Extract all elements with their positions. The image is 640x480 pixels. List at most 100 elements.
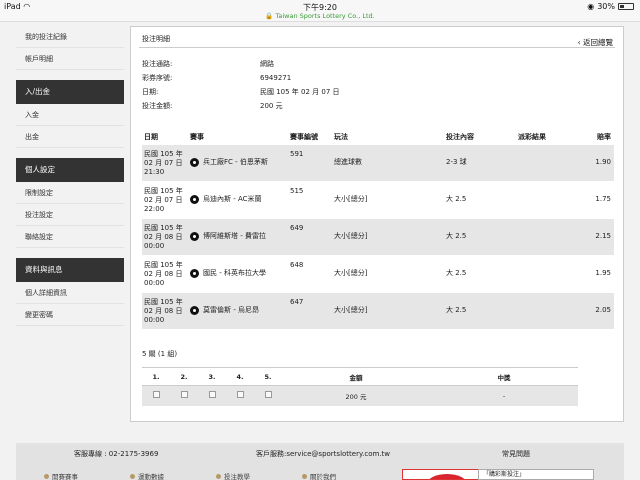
bullet-icon xyxy=(130,473,135,479)
bet-match: 烏迪內斯 - AC米蘭 xyxy=(188,181,288,218)
sidebar-item-deposit[interactable]: 入金 xyxy=(16,104,124,126)
promo-text-box[interactable]: 「購彩斯投注」 xyxy=(478,469,594,480)
col-date: 日期 xyxy=(144,132,158,141)
bet-pick: 大 2.5 xyxy=(446,269,467,277)
sidebar-item-change-password[interactable]: 變更密碼 xyxy=(16,304,124,326)
match-name: 博阿維斯塔 - 費雷拉 xyxy=(203,232,266,240)
bet-date: 民國 105 年 02 月 07 日 21:30 xyxy=(144,150,183,176)
promo-banner[interactable] xyxy=(402,469,490,480)
footer-link-tutorial[interactable]: 投注教學 xyxy=(216,471,250,480)
leg-checkbox[interactable] xyxy=(152,391,160,399)
bet-date: 民國 105 年 02 月 08 日 00:00 xyxy=(144,261,183,287)
bet-detail-panel: 投注明細 ‹ 返回總覽 投注通路: 網路 彩券序號: 6949271 日期: 民… xyxy=(130,26,624,422)
sidebar-item-withdraw[interactable]: 出金 xyxy=(16,126,124,148)
table-row: 民國 105 年 02 月 08 日 00:00 莫雷倫斯 - 烏尼昂 647 大小… xyxy=(142,292,614,329)
summary-win: - xyxy=(430,385,578,406)
bet-date: 民國 105 年 02 月 08 日 00:00 xyxy=(144,298,183,325)
leg-checkbox[interactable] xyxy=(208,391,216,399)
info-value: 民國 105 年 02 月 07 日 xyxy=(260,88,340,96)
info-row-amount: 投注金額: 200 元 xyxy=(142,99,340,113)
bullet-icon xyxy=(44,473,49,479)
site-name: Taiwan Sports Lottery Co., Ltd. xyxy=(275,12,375,20)
sidebar-section-deposit-withdraw: 入/出金 xyxy=(16,80,124,104)
sidebar-item-account-details[interactable]: 帳戶明細 xyxy=(16,48,124,70)
address-bar[interactable]: 🔒 Taiwan Sports Lottery Co., Ltd. xyxy=(0,12,640,20)
bet-result xyxy=(516,144,576,181)
divider xyxy=(139,47,615,48)
leg-checkbox[interactable] xyxy=(264,391,272,399)
bet-odds: 1.75 xyxy=(595,195,611,203)
leg-1-checkbox-cell xyxy=(142,385,170,406)
bet-info: 投注通路: 網路 彩券序號: 6949271 日期: 民國 105 年 02 月… xyxy=(142,57,340,113)
bet-match-id: 648 xyxy=(290,260,304,269)
sidebar-item-bet-history[interactable]: 我的投注紀錄 xyxy=(16,26,124,48)
footer-link-stats[interactable]: 運動數據 xyxy=(130,471,164,480)
bet-odds: 1.95 xyxy=(595,269,611,277)
bet-type: 大小[總分] xyxy=(334,232,368,240)
promo-graphic xyxy=(427,474,467,479)
summary-col-5: 5. xyxy=(254,367,282,386)
leg-3-checkbox-cell xyxy=(198,385,226,406)
bet-match: 博阿維斯塔 - 費雷拉 xyxy=(188,218,288,255)
sidebar-item-limit-settings[interactable]: 限制設定 xyxy=(16,182,124,204)
bets-table: 日期 賽事 賽事編號 玩法 投注內容 派彩結果 賠率 民國 105 年 02 月 … xyxy=(142,130,614,329)
soccer-ball-icon xyxy=(190,232,199,241)
match-name: 莫雷倫斯 - 烏尼昂 xyxy=(203,306,259,315)
table-row: 民國 105 年 02 月 08 日 00:00 國民 - 科英布拉大學 648 大… xyxy=(142,255,614,292)
leg-4-checkbox-cell xyxy=(226,385,254,406)
info-row-date: 日期: 民國 105 年 02 月 07 日 xyxy=(142,85,340,99)
combo-count: 5 關 (1 組) xyxy=(142,350,178,358)
summary-col-amount: 金額 xyxy=(282,367,430,386)
summary-col-2: 2. xyxy=(170,367,198,386)
footer-link-events[interactable]: 開賽賽事 xyxy=(44,471,78,480)
battery-fill xyxy=(620,5,624,8)
bet-type: 大小[總分] xyxy=(334,195,368,203)
service-hotline: 客服專線 : 02-2175-3969 xyxy=(74,450,159,458)
sidebar-section-info: 資料與訊息 xyxy=(16,258,124,282)
summary-col-3: 3. xyxy=(198,367,226,386)
soccer-ball-icon xyxy=(190,158,199,167)
bet-odds: 1.90 xyxy=(595,158,611,166)
col-odds: 賠率 xyxy=(597,132,611,141)
battery-percent: 30% xyxy=(597,2,615,11)
summary-row: 200 元 - xyxy=(142,385,578,406)
soccer-ball-icon xyxy=(190,269,199,278)
info-row-serial: 彩券序號: 6949271 xyxy=(142,71,340,85)
page-title: 投注明細 xyxy=(142,35,170,43)
footer-link-about[interactable]: 關於我們 xyxy=(302,471,336,480)
sidebar-item-personal-info[interactable]: 個人詳細資訊 xyxy=(16,282,124,304)
leg-checkbox[interactable] xyxy=(180,391,188,399)
col-pick: 投注內容 xyxy=(446,132,474,141)
leg-5-checkbox-cell xyxy=(254,385,282,406)
bet-result xyxy=(516,255,576,292)
summary-header: 1. 2. 3. 4. 5. 金額 中獎 xyxy=(142,367,578,386)
faq-link[interactable]: 常見問題 xyxy=(502,449,530,459)
sidebar-section-personal-settings: 個人設定 xyxy=(16,158,124,182)
sidebar-item-contact-settings[interactable]: 聯絡設定 xyxy=(16,226,124,248)
table-row: 民國 105 年 02 月 07 日 21:30 兵工廠FC - 伯恩茅斯 591 … xyxy=(142,144,614,181)
col-bet-type: 玩法 xyxy=(334,132,348,141)
bullet-icon xyxy=(302,473,307,479)
bet-type: 大小[總分] xyxy=(334,306,368,315)
back-label: 返回總覽 xyxy=(583,38,613,47)
info-value: 6949271 xyxy=(260,74,292,82)
sidebar-item-bet-settings[interactable]: 投注設定 xyxy=(16,204,124,226)
summary-amount: 200 元 xyxy=(282,385,430,406)
status-right: ◉ 30% xyxy=(587,2,634,11)
bet-date: 民國 105 年 02 月 08 日 00:00 xyxy=(144,224,183,250)
bet-match-id: 649 xyxy=(290,223,304,232)
summary-col-4: 4. xyxy=(226,367,254,386)
service-email-link[interactable]: 客戶服務:service@sportslottery.com.tw xyxy=(256,449,390,459)
bet-pick: 大 2.5 xyxy=(446,195,467,203)
bet-match-id: 515 xyxy=(290,186,304,195)
ios-status-bar: iPad ◠ 下午9:20 🔒 Taiwan Sports Lottery Co… xyxy=(0,0,640,22)
col-match-id: 賽事編號 xyxy=(290,132,318,141)
bet-odds: 2.05 xyxy=(595,306,611,315)
bet-result xyxy=(516,292,576,329)
bet-pick: 2-3 球 xyxy=(446,158,467,166)
bet-pick: 大 2.5 xyxy=(446,232,467,240)
info-row-channel: 投注通路: 網路 xyxy=(142,57,340,71)
leg-checkbox[interactable] xyxy=(236,391,244,399)
account-sidebar: 我的投注紀錄 帳戶明細 入/出金 入金 出金 個人設定 限制設定 投注設定 聯絡… xyxy=(16,26,124,326)
summary-col-win: 中獎 xyxy=(430,367,578,386)
